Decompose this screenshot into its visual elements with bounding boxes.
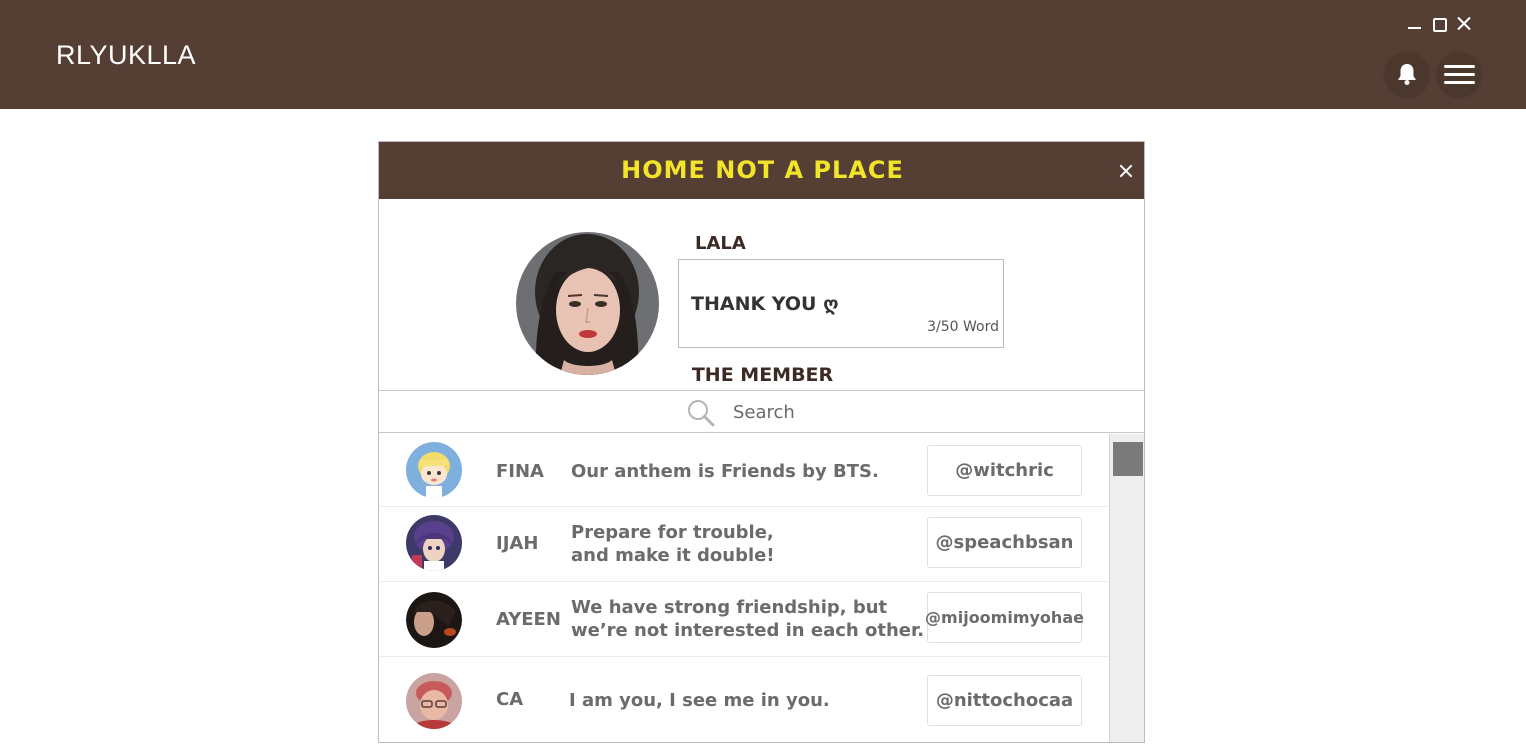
member-row-ijah[interactable]: IJAH Prepare for trouble, and make it do… — [379, 507, 1109, 582]
member-avatar — [406, 515, 462, 571]
app-title: RLYUKLLA — [56, 40, 197, 70]
window-controls — [1404, 12, 1476, 36]
bell-icon — [1398, 64, 1416, 85]
maximize-icon[interactable] — [1430, 12, 1450, 36]
close-icon[interactable] — [1454, 12, 1474, 36]
member-row-fina[interactable]: FINA Our anthem is Friends by BTS. @witc… — [379, 434, 1109, 507]
member-message: Prepare for trouble, and make it double! — [571, 522, 775, 566]
member-avatar — [406, 442, 462, 498]
member-name: FINA — [496, 461, 544, 482]
member-search-input[interactable]: Search — [379, 390, 1144, 433]
app-header: RLYUKLLA — [0, 0, 1526, 109]
notifications-button[interactable] — [1385, 52, 1429, 96]
word-count: 3/50 Word — [927, 319, 999, 335]
member-message: We have strong friendship, but we’re not… — [571, 597, 925, 641]
member-row-ca[interactable]: CA I am you, I see me in you. @nittochoc… — [379, 657, 1109, 742]
search-placeholder: Search — [733, 402, 795, 423]
member-avatar — [406, 592, 462, 648]
member-handle-button[interactable]: @witchric — [927, 445, 1082, 496]
member-row-ayeen[interactable]: AYEEN We have strong friendship, but we’… — [379, 582, 1109, 657]
profile-avatar[interactable] — [516, 232, 659, 375]
member-list-scrollbar[interactable] — [1109, 434, 1144, 742]
member-message: I am you, I see me in you. — [569, 690, 830, 711]
group-dialog: HOME NOT A PLACE LALA THANK YOU ღ 3/50 W… — [378, 141, 1145, 743]
status-message-field[interactable]: THANK YOU ღ 3/50 Word — [678, 259, 1004, 348]
member-name: AYEEN — [496, 609, 561, 630]
member-message: Our anthem is Friends by BTS. — [571, 461, 879, 482]
member-name: IJAH — [496, 533, 539, 554]
member-handle-button[interactable]: @nittochocaa — [927, 675, 1082, 726]
member-handle-button[interactable]: @mijoomimyohae — [925, 592, 1084, 643]
member-handle-button[interactable]: @speachbsan — [927, 517, 1082, 568]
scroll-thumb[interactable] — [1113, 442, 1143, 476]
minimize-icon[interactable] — [1404, 12, 1424, 36]
search-icon — [688, 400, 715, 427]
menu-button[interactable] — [1437, 52, 1481, 96]
dialog-header: HOME NOT A PLACE — [379, 142, 1144, 199]
dialog-close-icon[interactable] — [1116, 161, 1136, 181]
member-name: CA — [496, 689, 524, 710]
member-avatar — [406, 673, 462, 729]
status-message-text: THANK YOU ღ — [691, 293, 839, 315]
dialog-title: HOME NOT A PLACE — [621, 156, 904, 184]
member-list: FINA Our anthem is Friends by BTS. @witc… — [379, 434, 1109, 742]
members-section-title: THE MEMBER — [691, 364, 834, 386]
profile-name: LALA — [695, 233, 746, 254]
